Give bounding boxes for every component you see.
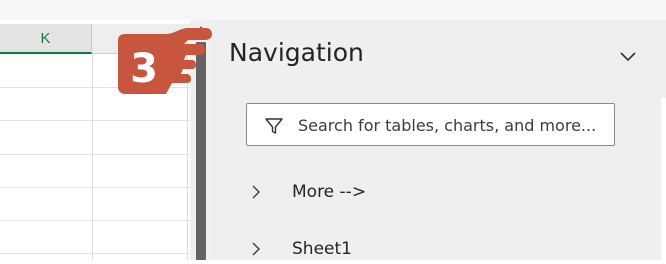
row-divider <box>0 187 190 188</box>
chevron-right-icon[interactable] <box>250 241 262 257</box>
column-divider <box>92 54 93 260</box>
step-badge: 3 <box>104 24 212 100</box>
chevron-right-icon[interactable] <box>250 184 262 200</box>
row-divider <box>0 220 190 221</box>
search-input[interactable]: Search for tables, charts, and more... <box>246 103 615 146</box>
ribbon-edge <box>0 0 666 20</box>
navigation-pane: Navigation Search for tables, charts, an… <box>212 20 666 260</box>
column-header-label: K <box>40 30 51 47</box>
chevron-down-icon[interactable] <box>618 48 638 64</box>
column-header-k[interactable]: K <box>0 24 92 54</box>
row-divider <box>0 154 190 155</box>
filter-icon <box>264 116 284 136</box>
pane-title: Navigation <box>229 38 364 67</box>
nav-item-label: Sheet1 <box>292 239 352 259</box>
nav-item-more[interactable]: More --> <box>246 177 606 207</box>
step-number: 3 <box>130 46 158 92</box>
row-divider <box>0 120 190 121</box>
nav-item-label: More --> <box>292 182 367 202</box>
search-placeholder: Search for tables, charts, and more... <box>298 116 597 135</box>
row-divider <box>0 253 190 254</box>
pane-scroll-track <box>661 98 666 260</box>
